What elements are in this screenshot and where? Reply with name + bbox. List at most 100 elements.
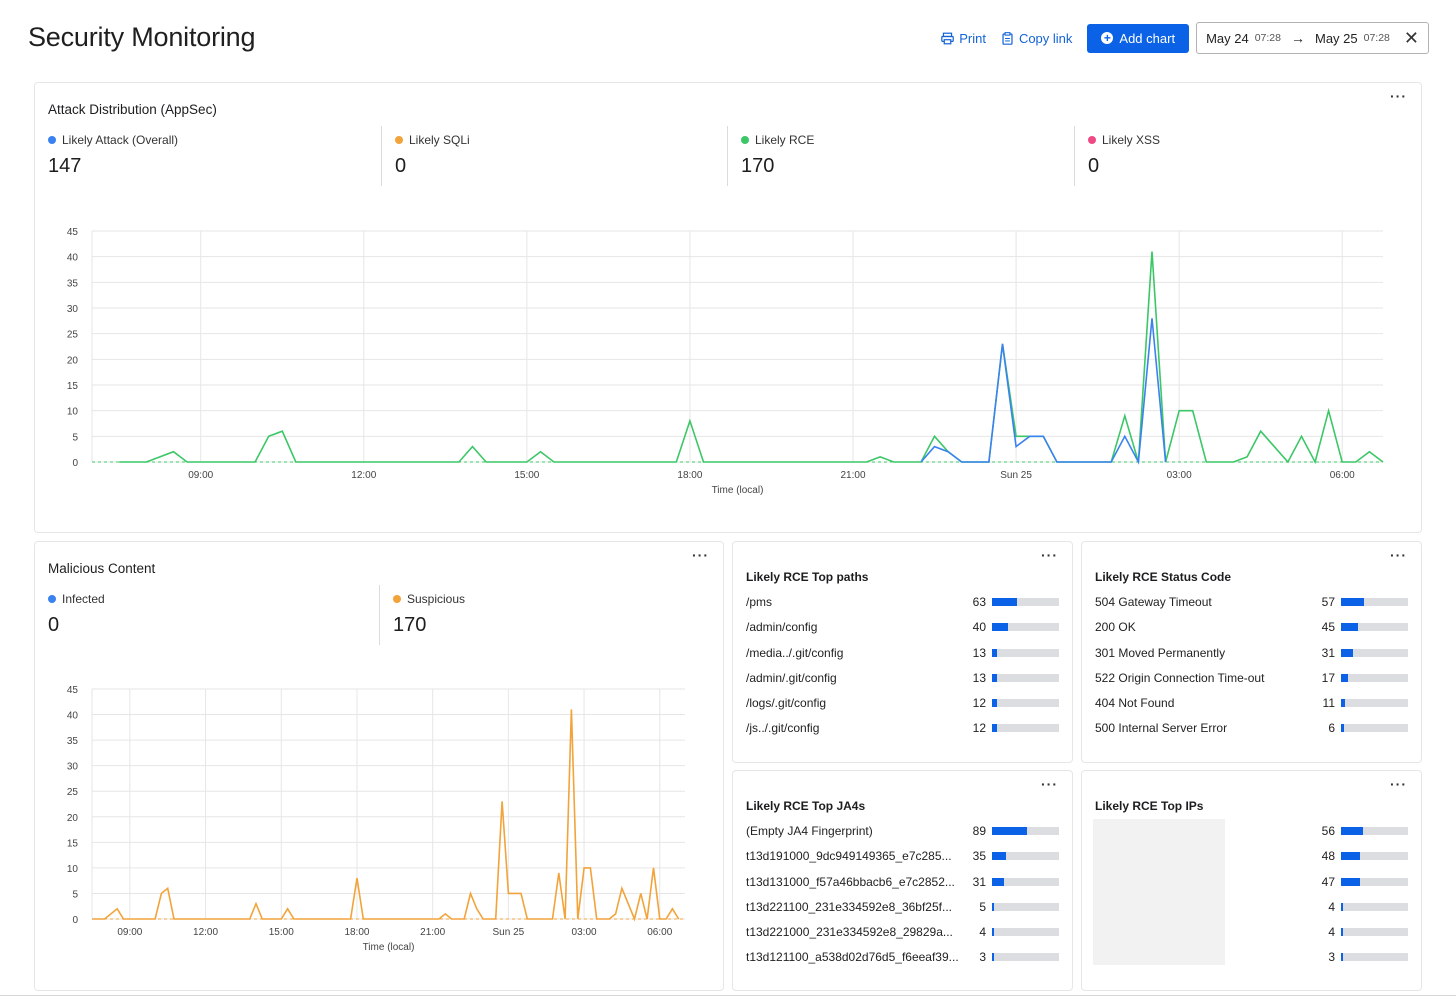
row-count: 5	[979, 899, 986, 914]
date-to: May 25	[1314, 30, 1358, 46]
malicious-line-chart: 0 5 10 15 20 25 30 35 40 45 09:00 12:00 15:00 18:00 21…	[67, 685, 685, 953]
row-count: 3	[979, 950, 986, 965]
x-tick-label: 03:00	[1167, 470, 1192, 481]
attack-distribution-panel: Attack Distribution (AppSec) ··· Likely …	[34, 82, 1422, 533]
list-row[interactable]: t13d191000_9dc949149365_e7c285... 35	[746, 849, 1059, 874]
row-bar-fill	[992, 699, 997, 708]
list-row[interactable]: t13d121100_a538d02d76d5_f6eeaf39... 3	[746, 950, 1059, 975]
x-axis-label: Time (local)	[363, 942, 415, 953]
ranked-list: /pms 63/admin/config 40/media../.git/confi…	[746, 595, 1059, 747]
row-bar	[1341, 673, 1408, 682]
list-row[interactable]: 301 Moved Permanently 31	[1095, 646, 1408, 671]
list-row[interactable]: 200 OK 45	[1095, 620, 1408, 645]
metric-value: 0	[1088, 155, 1100, 177]
row-count: 40	[972, 620, 986, 635]
metric-label: Likely RCE	[755, 133, 815, 147]
panel-title: Attack Distribution (AppSec)	[48, 102, 217, 117]
copy-link-button[interactable]: Copy link	[1001, 31, 1072, 46]
x-tick-label: 21:00	[420, 927, 445, 938]
legend-dot	[741, 136, 749, 144]
list-row[interactable]: /js../.git/config 12	[746, 721, 1059, 746]
list-row[interactable]: (Empty JA4 Fingerprint) 89	[746, 824, 1059, 849]
row-count: 4	[979, 925, 986, 940]
list-row[interactable]: 56	[1095, 824, 1408, 849]
page-title: Security Monitoring	[28, 22, 256, 52]
row-bar-fill	[1341, 673, 1348, 682]
row-label: /pms	[746, 595, 773, 609]
list-row[interactable]: /admin/config 40	[746, 620, 1059, 645]
attack-line-chart: 0 5 10 15 20 25 30 35 40 45 09:00 12:00 15:00 18:00 21…	[67, 227, 1384, 496]
row-label: 301 Moved Permanently	[1095, 645, 1226, 660]
row-bar	[992, 852, 1059, 861]
time-from: 07:28	[1254, 32, 1281, 44]
list-row[interactable]: 404 Not Found 11	[1095, 696, 1408, 721]
list-row[interactable]: t13d221100_231e334592e8_36bf25f... 5	[746, 900, 1059, 925]
add-chart-label: Add chart	[1119, 30, 1176, 46]
list-row[interactable]: /media../.git/config 13	[746, 646, 1059, 671]
list-row[interactable]: t13d131000_f57a46bbacb6_e7c2852... 31	[746, 875, 1059, 900]
row-bar	[1341, 699, 1408, 708]
add-chart-button[interactable]: + Add chart	[1087, 23, 1190, 53]
y-tick-label: 25	[67, 330, 79, 341]
row-bar	[992, 827, 1059, 835]
list-row[interactable]: 500 Internal Server Error 6	[1095, 721, 1408, 746]
more-options-icon[interactable]: ···	[1041, 548, 1058, 562]
x-tick-label: Sun 25	[493, 927, 525, 938]
list-row[interactable]: 47	[1095, 875, 1408, 900]
legend-dot	[393, 595, 401, 603]
list-row[interactable]: 522 Origin Connection Time-out 17	[1095, 671, 1408, 696]
list-row[interactable]: 48	[1095, 849, 1408, 874]
more-options-icon[interactable]: ···	[1041, 777, 1058, 791]
row-bar-fill	[1341, 648, 1353, 657]
row-bar-fill	[992, 902, 994, 911]
row-bar	[992, 877, 1059, 886]
metric-label: Suspicious	[407, 592, 466, 606]
more-options-icon[interactable]: ···	[692, 548, 709, 562]
more-options-icon[interactable]: ···	[1390, 89, 1407, 103]
date-range-picker[interactable]: May 24 07:28 → May 25 07:28 ✕	[1196, 22, 1429, 54]
row-label: 404 Not Found	[1095, 696, 1175, 711]
list-row[interactable]: t13d221000_231e334592e8_29829a... 4	[746, 925, 1059, 950]
row-count: 4	[1328, 899, 1335, 914]
metric-label: Infected	[62, 592, 105, 606]
row-bar-fill	[1341, 598, 1364, 606]
row-label: t13d131000_f57a46bbacb6_e7c2852...	[746, 874, 955, 889]
print-button[interactable]: Print	[941, 31, 986, 46]
arrow-right-icon: →	[1290, 30, 1305, 46]
y-tick-label: 0	[72, 458, 78, 469]
series-line	[119, 251, 1384, 465]
y-tick-label: 5	[72, 889, 78, 900]
row-label: /js../.git/config	[746, 721, 820, 736]
list-row[interactable]: 4	[1095, 925, 1408, 950]
more-options-icon[interactable]: ···	[1390, 777, 1407, 791]
x-tick-label: 06:00	[1330, 470, 1355, 481]
row-label: t13d121100_a538d02d76d5_f6eeaf39...	[746, 950, 959, 965]
x-tick-label: Sun 25	[1000, 470, 1032, 481]
list-row[interactable]: 4	[1095, 900, 1408, 925]
row-bar	[992, 673, 1059, 682]
list-row[interactable]: 504 Gateway Timeout 57	[1095, 595, 1408, 620]
y-tick-label: 45	[67, 227, 79, 238]
row-count: 48	[1321, 849, 1335, 864]
list-row[interactable]: /pms 63	[746, 595, 1059, 620]
ranked-list: 56 48 47 4 4 3	[1095, 824, 1408, 976]
x-tick-label: 18:00	[344, 927, 369, 938]
clipboard-icon	[1002, 31, 1013, 45]
row-bar	[1341, 623, 1408, 632]
more-options-icon[interactable]: ···	[1390, 548, 1407, 562]
malicious-content-panel: Malicious Content ··· Infected 0 Suspici…	[34, 541, 724, 991]
row-label: 522 Origin Connection Time-out	[1095, 670, 1265, 685]
x-tick-label: 09:00	[117, 927, 142, 938]
row-bar-fill	[992, 673, 997, 682]
list-row[interactable]: /logs/.git/config 12	[746, 696, 1059, 721]
metric-label: Likely XSS	[1102, 133, 1161, 147]
row-label: /logs/.git/config	[746, 696, 827, 711]
y-tick-label: 35	[67, 278, 79, 289]
list-row[interactable]: 3	[1095, 950, 1408, 975]
y-tick-label: 15	[67, 381, 79, 392]
row-count: 31	[972, 874, 986, 889]
close-icon[interactable]: ✕	[1404, 28, 1419, 49]
rce-top-ips-panel: ··· Likely RCE Top IPs 56 48 47 4 4 3	[1081, 770, 1422, 991]
row-count: 11	[1322, 696, 1335, 711]
list-row[interactable]: /admin/.git/config 13	[746, 671, 1059, 696]
